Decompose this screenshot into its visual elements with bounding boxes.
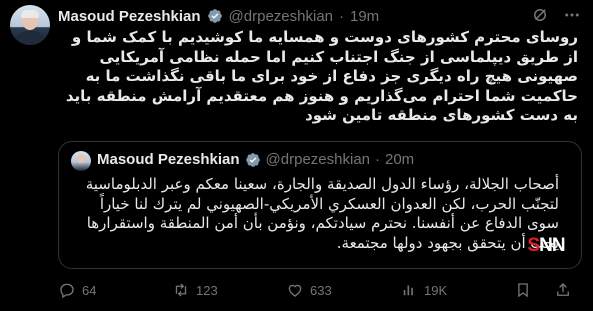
watermark-letters-nn: NN [539,235,565,256]
snn-tv-watermark-logo: S NN [520,234,572,258]
repost-button[interactable]: 123 [172,281,218,299]
repost-icon [175,283,187,297]
bookmark-button[interactable] [514,281,532,299]
tweet-actions-bar: 64 123 633 19K [58,280,578,300]
author-handle[interactable]: @drpezeshkian [229,8,333,25]
views-icon [403,285,413,296]
quoted-author-name: Masoud Pezeshkian [97,151,240,168]
tweet-timestamp[interactable]: 19m [350,8,379,25]
quoted-tweet-header: Masoud Pezeshkian @drpezeshkian · 20m [97,151,414,168]
share-icon [557,283,569,296]
reply-button[interactable]: 64 [58,281,96,299]
share-button[interactable] [554,281,572,299]
quoted-author-handle: @drpezeshkian [265,151,370,168]
header-actions [531,6,581,24]
quoted-tweet[interactable]: Masoud Pezeshkian @drpezeshkian · 20m أص… [58,141,582,269]
separator-dot: · [339,7,344,25]
like-icon [288,284,302,297]
author-avatar[interactable] [10,5,50,45]
tweet[interactable]: Masoud Pezeshkian @drpezeshkian · 19m رو… [0,0,593,311]
separator-dot: · [375,151,380,168]
verified-badge-icon [245,152,260,167]
quoted-tweet-timestamp: 20m [385,151,415,168]
bookmark-icon [518,283,528,298]
tweet-header: Masoud Pezeshkian @drpezeshkian · 19m [58,6,573,26]
reply-icon [60,283,74,299]
tweet-text: روسای محترم کشورهای دوست و همسایه ما کوش… [65,28,578,124]
views-button[interactable]: 19K [400,281,447,299]
repost-count: 123 [196,282,218,298]
like-button[interactable]: 633 [286,281,332,299]
verified-badge-icon [207,9,222,23]
more-icon[interactable] [563,6,581,24]
quoted-author-avatar[interactable] [71,151,91,171]
views-count: 19K [424,282,448,298]
watermark-letter-s: S [527,235,540,256]
grok-icon[interactable] [531,6,549,24]
quoted-tweet-text: أصحاب الجلالة، رؤساء الدول الصديقة والجا… [85,175,559,252]
like-count: 633 [310,282,332,298]
reply-count: 64 [82,282,97,298]
author-name[interactable]: Masoud Pezeshkian [58,8,201,25]
